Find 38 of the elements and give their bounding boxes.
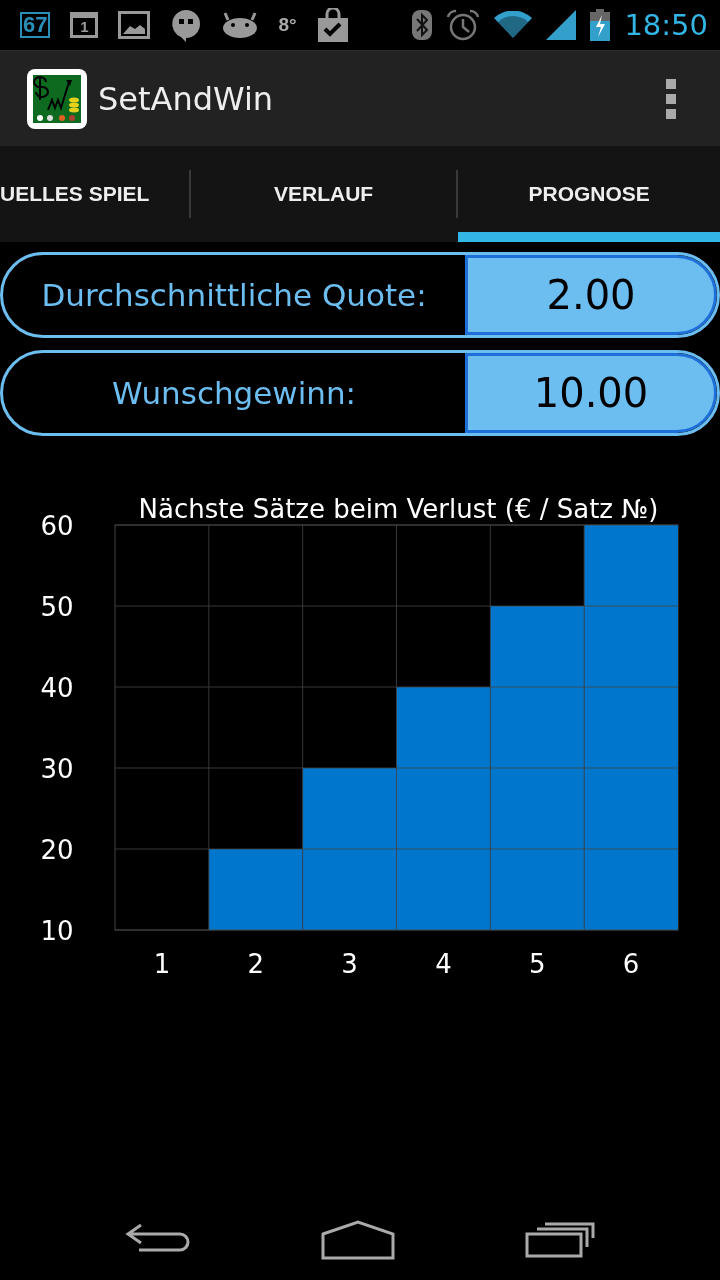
value-field[interactable]: 2.00: [465, 255, 717, 335]
alarm-clock-icon: [446, 9, 481, 41]
app-logo-icon: [26, 67, 88, 130]
x-tick-label: 1: [153, 949, 171, 979]
battery-charging-icon: [590, 9, 611, 41]
field-label: Durchschnittliche Quote:: [40, 276, 428, 315]
calendar-icon: 1: [70, 12, 99, 38]
chart-title: Nächste Sätze beim Verlust (€ / Satz №): [138, 494, 659, 524]
field-label: Wunschgewinn:: [110, 374, 358, 413]
signal-icon: [546, 10, 577, 40]
tab[interactable]: PROGNOSE: [458, 146, 720, 242]
temperature-text: 8°: [278, 14, 297, 36]
y-tick-label: 20: [40, 835, 74, 865]
bluetooth-icon: [412, 10, 433, 40]
android-head-icon: [222, 12, 259, 38]
shopping-bag-icon: [316, 8, 349, 42]
x-tick-label: 5: [529, 949, 546, 979]
y-tick-label: 10: [40, 916, 74, 946]
tab[interactable]: UELLES SPIEL: [0, 146, 189, 242]
x-tick-label: 3: [341, 949, 358, 979]
y-tick-label: 40: [40, 673, 74, 703]
app-title: SetAndWin: [98, 79, 274, 118]
x-tick-label: 2: [247, 949, 264, 979]
wifi-icon: [494, 11, 533, 39]
tab[interactable]: VERLAUF: [190, 146, 457, 242]
y-tick-label: 30: [40, 754, 74, 784]
y-tick-label: 60: [40, 511, 74, 541]
notification-count: 67: [20, 12, 51, 38]
x-tick-label: 6: [622, 949, 640, 979]
chat-bubble-icon: [170, 8, 203, 42]
recent-apps-icon[interactable]: [525, 1222, 595, 1258]
x-tick-label: 4: [435, 949, 452, 979]
clock-time: 18:50: [624, 8, 708, 42]
value-field[interactable]: 10.00: [465, 353, 717, 433]
home-icon[interactable]: [321, 1220, 395, 1260]
overflow-menu-icon[interactable]: [666, 78, 676, 119]
picture-icon: [118, 11, 151, 39]
y-tick-label: 50: [40, 592, 74, 622]
